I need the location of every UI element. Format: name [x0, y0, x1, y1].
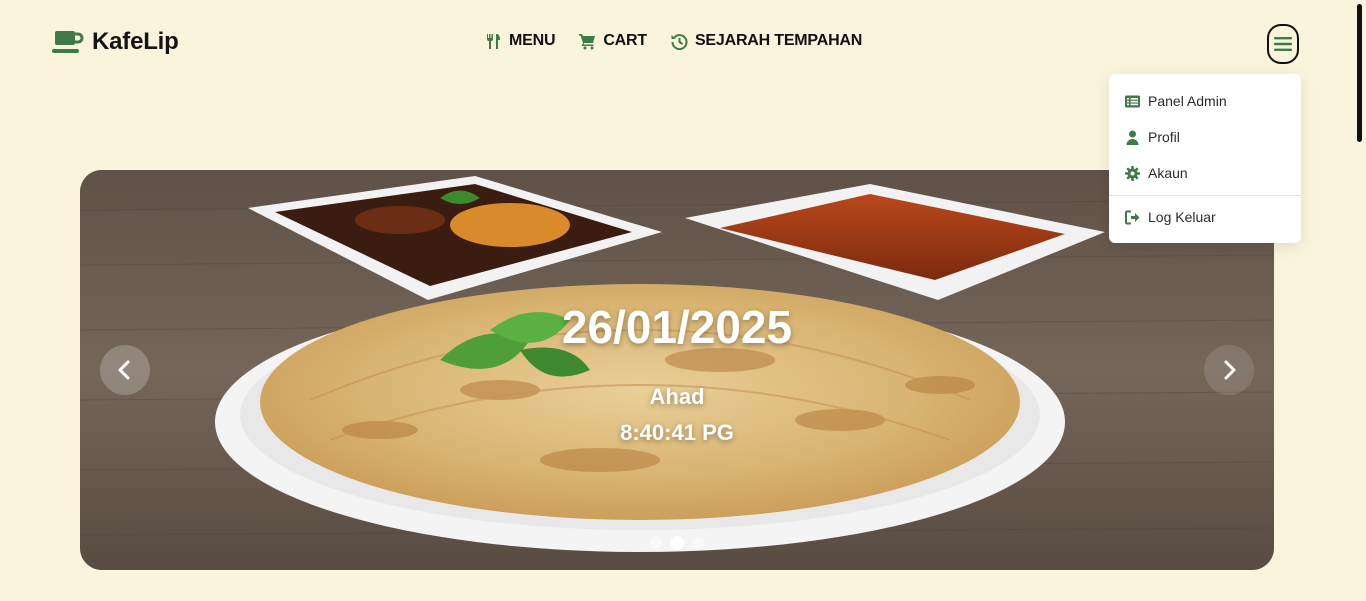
- carousel-indicators: [80, 536, 1274, 550]
- menu-item-admin-panel-label: Panel Admin: [1148, 93, 1227, 109]
- menu-item-account[interactable]: Akaun: [1109, 155, 1301, 191]
- main-nav: MENU CART SEJARAH TEMPAHAN: [485, 32, 862, 50]
- user-dropdown-menu: Panel Admin Profil Akaun Log Keluar: [1109, 74, 1301, 243]
- nav-cart-label: CART: [603, 32, 647, 49]
- user-icon: [1126, 130, 1139, 145]
- carousel-dot-3[interactable]: [692, 537, 704, 549]
- chevron-right-icon: [1224, 360, 1236, 380]
- cart-icon: [579, 33, 596, 49]
- list-icon: [1125, 95, 1140, 107]
- gear-icon: [1125, 165, 1140, 181]
- nav-menu-label: MENU: [509, 32, 556, 49]
- nav-order-history-label: SEJARAH TEMPAHAN: [694, 32, 863, 49]
- history-icon: [671, 33, 688, 50]
- hamburger-icon: [1274, 37, 1292, 51]
- carousel-day: Ahad: [649, 384, 705, 409]
- page: KafeLip MENU CART SEJARAH TEMPAHAN Panel…: [0, 0, 1366, 601]
- menu-item-profile-label: Profil: [1148, 129, 1180, 145]
- menu-item-logout-label: Log Keluar: [1148, 209, 1216, 225]
- brand-name: KafeLip: [92, 28, 179, 55]
- hero-carousel: 26/01/2025 Ahad 8:40:41 PG: [80, 170, 1274, 570]
- menu-item-account-label: Akaun: [1148, 165, 1188, 181]
- utensils-icon: [487, 33, 500, 49]
- chevron-left-icon: [118, 360, 130, 380]
- carousel-prev-button[interactable]: [100, 345, 150, 395]
- brand-logo[interactable]: KafeLip: [52, 28, 179, 56]
- carousel-dot-2[interactable]: [670, 536, 684, 550]
- carousel-dot-1[interactable]: [650, 537, 662, 549]
- carousel-time: 8:40:41 PG: [620, 420, 734, 445]
- menu-divider: [1109, 195, 1301, 196]
- coffee-cup-icon: [52, 31, 84, 53]
- carousel-date: 26/01/2025: [561, 301, 793, 353]
- carousel-next-button[interactable]: [1204, 345, 1254, 395]
- page-scrollbar[interactable]: [1357, 4, 1362, 142]
- menu-item-logout[interactable]: Log Keluar: [1109, 199, 1301, 235]
- menu-item-admin-panel[interactable]: Panel Admin: [1109, 83, 1301, 119]
- hero-food-image: [80, 170, 1274, 570]
- nav-cart[interactable]: CART: [579, 32, 647, 50]
- nav-menu[interactable]: MENU: [485, 32, 556, 50]
- logout-icon: [1125, 210, 1140, 224]
- user-menu-button[interactable]: [1267, 24, 1299, 64]
- nav-order-history[interactable]: SEJARAH TEMPAHAN: [671, 32, 862, 50]
- menu-item-profile[interactable]: Profil: [1109, 119, 1301, 155]
